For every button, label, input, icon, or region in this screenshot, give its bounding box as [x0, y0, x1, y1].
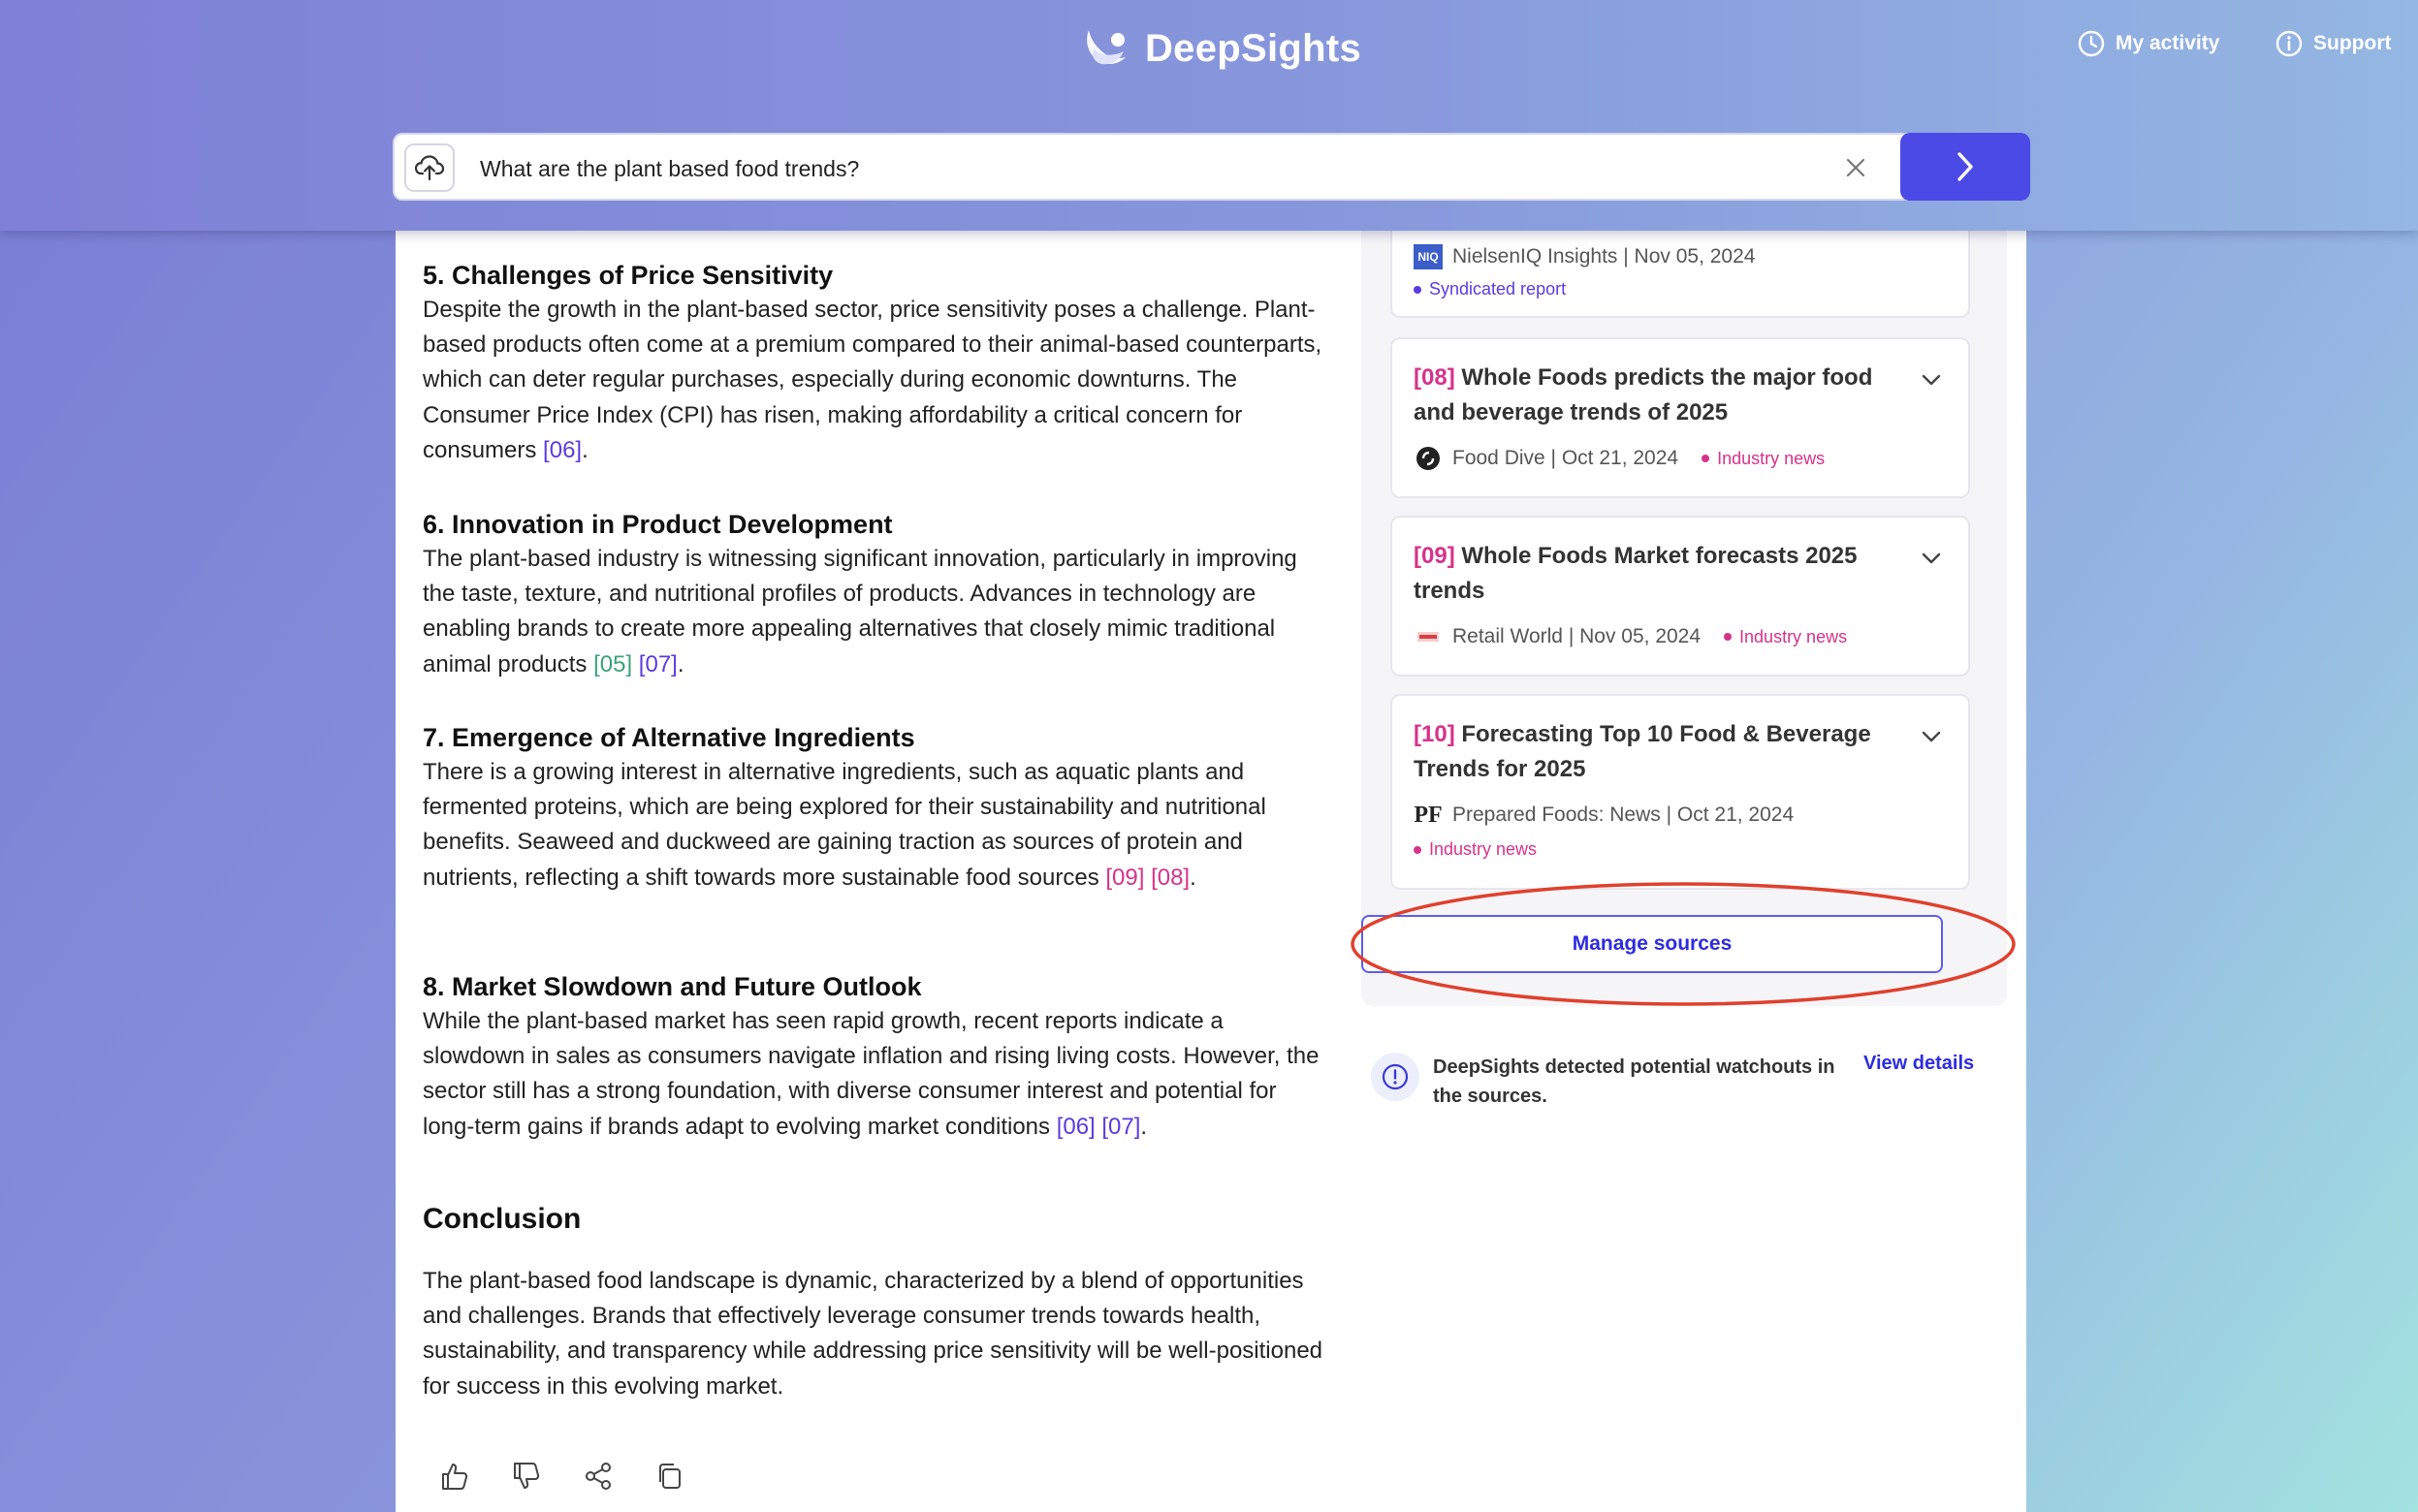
source-meta: Food Dive | Oct 21, 2024 Industry news [1414, 446, 1825, 471]
top-bar: DeepSights My activity Support [0, 0, 2418, 231]
chevron-down-icon[interactable] [1920, 725, 1943, 748]
tag-label: Syndicated report [1429, 279, 1567, 299]
thumbs-down-icon [514, 1463, 540, 1489]
watchout-notice: DeepSights detected potential watchouts … [1371, 1049, 1991, 1117]
section-text: While the plant-based market has seen ra… [423, 1008, 1320, 1140]
source-name: Food Dive | Oct 21, 2024 [1452, 447, 1679, 469]
section-text: The plant-based industry is witnessing s… [423, 546, 1297, 677]
source-card[interactable]: [10] Forecasting Top 10 Food & Beverage … [1390, 694, 1970, 890]
article-section: 8. Market Slowdown and Future Outlook Wh… [423, 969, 1324, 1145]
conclusion-title: Conclusion [423, 1203, 582, 1235]
search-input[interactable] [478, 148, 1451, 189]
citation-link[interactable]: [09] [1105, 865, 1144, 891]
close-icon [1846, 158, 1865, 177]
section-text: There is a growing interest in alternati… [423, 759, 1266, 891]
clear-search-button[interactable] [1840, 152, 1871, 183]
section-title: 5. Challenges of Price Sensitivity [423, 261, 834, 290]
source-meta: NIQ NielsenIQ Insights | Nov 05, 2024 [1414, 244, 1755, 269]
support-link[interactable]: Support [2275, 29, 2391, 58]
chevron-down-icon[interactable] [1920, 368, 1943, 392]
section-title: 6. Innovation in Product Development [423, 510, 893, 539]
article-section: 6. Innovation in Product Development The… [423, 507, 1324, 682]
citation-link[interactable]: [06] [1057, 1114, 1096, 1140]
niq-logo: NIQ [1414, 244, 1443, 269]
manage-sources-button[interactable]: Manage sources [1361, 915, 1943, 973]
conclusion-text: The plant-based food landscape is dynami… [423, 1268, 1323, 1400]
source-name: NielsenIQ Insights | Nov 05, 2024 [1452, 245, 1756, 268]
citation-link[interactable]: [08] [1151, 865, 1190, 891]
food-dive-logo [1416, 447, 1440, 470]
answer-actions [438, 1460, 686, 1493]
source-card[interactable]: [09] Whole Foods Market forecasts 2025 t… [1390, 516, 1970, 677]
view-details-link[interactable]: View details [1863, 1053, 1974, 1075]
source-title: [09] Whole Foods Market forecasts 2025 t… [1414, 543, 1858, 604]
section-title: 8. Market Slowdown and Future Outlook [423, 972, 922, 1001]
logo[interactable]: DeepSights [1081, 17, 1361, 79]
source-card[interactable]: [08] Whole Foods predicts the major food… [1390, 337, 1970, 498]
tag-label: Industry news [1717, 448, 1826, 468]
source-name: Prepared Foods: News | Oct 21, 2024 [1452, 803, 1795, 826]
retail-world-logo [1417, 632, 1439, 642]
thumbs-down-button[interactable] [510, 1460, 543, 1493]
citation-link[interactable]: [07] [639, 651, 678, 677]
search-bar [393, 133, 2030, 201]
source-meta: PF Prepared Foods: News | Oct 21, 2024 [1414, 803, 1794, 828]
source-title: [08] Whole Foods predicts the major food… [1414, 364, 1873, 425]
tag-label: Industry news [1429, 839, 1538, 859]
source-card[interactable]: NIQ NielsenIQ Insights | Nov 05, 2024 Sy… [1390, 221, 1970, 318]
source-name: Retail World | Nov 05, 2024 [1452, 625, 1702, 647]
source-title: [10] Forecasting Top 10 Food & Beverage … [1414, 721, 1871, 782]
logo-text: DeepSights [1145, 26, 1362, 70]
upload-button[interactable] [404, 143, 455, 192]
article-section: 7. Emergence of Alternative Ingredients … [423, 720, 1324, 896]
copy-button[interactable] [653, 1460, 686, 1493]
citation-link[interactable]: [06] [543, 437, 582, 463]
my-activity-link[interactable]: My activity [2077, 29, 2219, 58]
copy-icon [659, 1464, 681, 1489]
chevron-down-icon[interactable] [1920, 547, 1943, 570]
share-button[interactable] [582, 1460, 615, 1493]
section-title: 7. Emergence of Alternative Ingredients [423, 723, 915, 752]
alert-icon [1371, 1053, 1419, 1101]
clock-icon [2078, 30, 2105, 57]
prepared-foods-logo: PF [1414, 802, 1443, 828]
support-label: Support [2313, 32, 2392, 54]
submit-button[interactable] [1900, 133, 2030, 201]
article-section: 5. Challenges of Price Sensitivity Despi… [423, 258, 1324, 468]
cloud-upload-icon [414, 155, 445, 181]
citation-link[interactable]: [07] [1101, 1114, 1140, 1140]
main-panel: 5. Challenges of Price Sensitivity Despi… [396, 221, 2026, 1512]
share-icon [586, 1463, 611, 1490]
source-tag: Syndicated report [1414, 279, 1566, 299]
my-activity-label: My activity [2116, 32, 2220, 54]
section-text: Despite the growth in the plant-based se… [423, 297, 1322, 463]
sources-panel: NIQ NielsenIQ Insights | Nov 05, 2024 Sy… [1361, 221, 2007, 1006]
logo-bird-icon [1087, 30, 1126, 65]
info-icon [2275, 30, 2303, 57]
tag-label: Industry news [1739, 626, 1848, 646]
watchout-text: DeepSights detected potential watchouts … [1433, 1056, 1835, 1107]
thumbs-up-icon [442, 1464, 468, 1490]
source-meta: Retail World | Nov 05, 2024 Industry new… [1414, 624, 1847, 649]
thumbs-up-button[interactable] [438, 1460, 471, 1493]
source-tag: Industry news [1414, 839, 1537, 860]
citation-link[interactable]: [05] [593, 651, 632, 677]
chevron-right-icon [1957, 152, 1973, 181]
